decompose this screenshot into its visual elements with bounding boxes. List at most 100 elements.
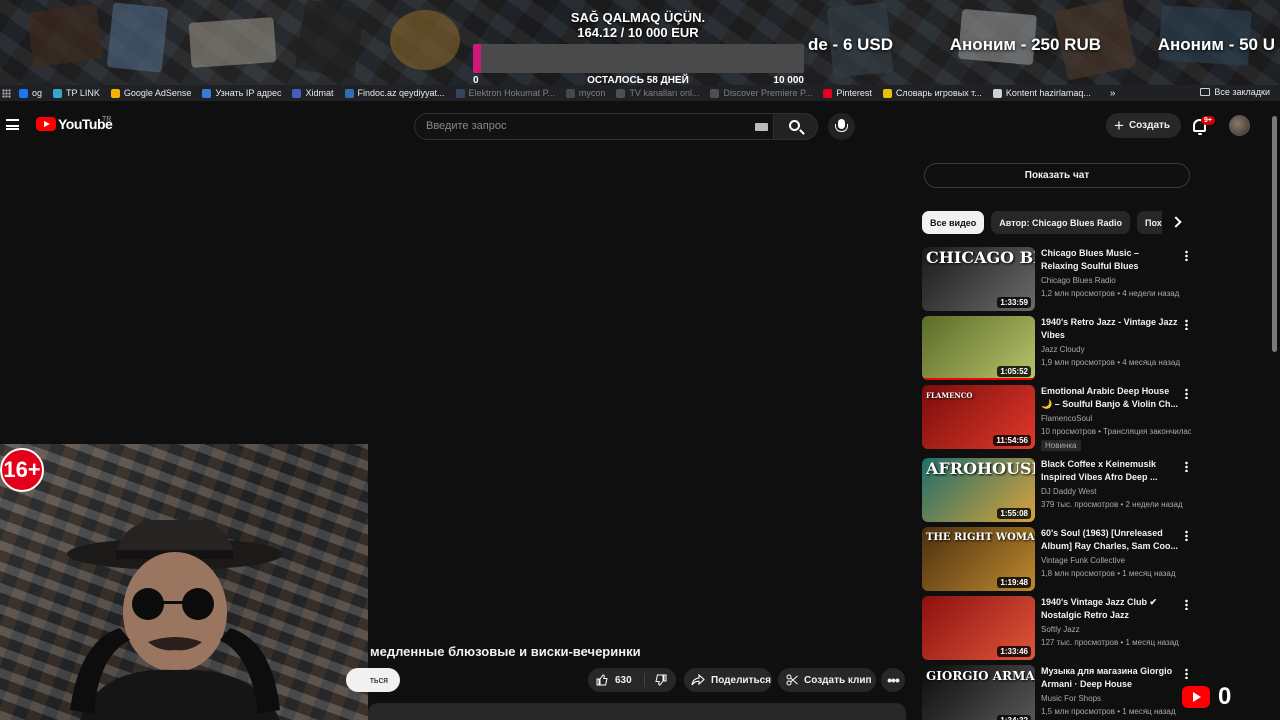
recommendation-title[interactable]: Black Coffee x Keinemusik Inspired Vibes…: [1041, 458, 1179, 484]
like-button[interactable]: 630: [588, 673, 645, 687]
recommendation-item[interactable]: 1:33:46 1940's Vintage Jazz Club ✔ Nostal…: [922, 596, 1192, 660]
recommendation-channel[interactable]: Music For Shops: [1041, 694, 1101, 703]
recommendation-title[interactable]: 1940's Retro Jazz - Vintage Jazz Vibes: [1041, 316, 1179, 342]
recommendation-title[interactable]: Chicago Blues Music – Relaxing Soulful B…: [1041, 247, 1179, 274]
subscribe-button-label: ться: [369, 675, 388, 685]
bookmark-item[interactable]: Xidmat: [292, 88, 334, 98]
video-thumbnail[interactable]: AFROHOUSE 1:55:08: [922, 458, 1035, 522]
ticker-item: Аноним - 250 RUB: [949, 35, 1102, 54]
more-vertical-icon[interactable]: [1185, 461, 1188, 472]
recommendation-item[interactable]: THE RIGHT WOMAN 1:19:48 60's Soul (1963) […: [922, 527, 1192, 591]
ticker-item: de - 6 USD: [808, 35, 894, 54]
recommendation-channel[interactable]: Softly Jazz: [1041, 625, 1080, 634]
recommendation-channel[interactable]: Chicago Blues Radio: [1041, 276, 1116, 285]
video-thumbnail[interactable]: GIORGIO ARMANI 1:34:32: [922, 665, 1035, 720]
show-chat-button[interactable]: Показать чат: [924, 163, 1190, 188]
donation-goal-title-line1: SAĞ QALMAQ ÜÇÜN.: [570, 10, 706, 25]
keyboard-icon[interactable]: [755, 123, 768, 131]
bookmark-label: Xidmat: [305, 88, 334, 98]
subscribe-button[interactable]: ться: [346, 668, 400, 692]
video-thumbnail[interactable]: FLAMENCO 11:54:56: [922, 385, 1035, 449]
recommendation-meta: 1,8 млн просмотров • 1 месяц назад: [1041, 569, 1176, 578]
recommendation-item[interactable]: 1:05:52 1940's Retro Jazz - Vintage Jazz …: [922, 316, 1192, 380]
bookmark-label: Узнать IP адрес: [215, 88, 282, 98]
youtube-logo[interactable]: YouTube: [36, 116, 113, 132]
all-bookmarks-button[interactable]: Все закладки: [1200, 87, 1270, 97]
description-box[interactable]: [368, 703, 906, 720]
more-vertical-icon[interactable]: [1185, 530, 1188, 541]
avatar[interactable]: [1229, 115, 1250, 136]
notification-badge: 9+: [1201, 116, 1215, 125]
create-button[interactable]: + Создать: [1106, 113, 1181, 138]
bookmark-item[interactable]: mycon: [565, 88, 606, 98]
thumbs-down-icon: [654, 674, 666, 686]
bookmark-label: Kontent hazirlamaq...: [1005, 88, 1091, 98]
recommendation-channel[interactable]: FlamencoSoul: [1041, 414, 1092, 423]
recommendation-title[interactable]: Emotional Arabic Deep House 🌙 – Soulful …: [1041, 385, 1179, 411]
chip-related[interactable]: Похожие: [1137, 211, 1162, 234]
video-thumbnail[interactable]: CHICAGO BLUES 1:33:59: [922, 247, 1035, 311]
bookmark-label: Google AdSense: [123, 88, 192, 98]
recommendation-filter-chips: Все видео Автор: Chicago Blues Radio Пох…: [922, 211, 1162, 234]
more-vertical-icon[interactable]: [1185, 668, 1188, 679]
bookmark-item[interactable]: Pinterest: [823, 88, 872, 98]
more-actions-button[interactable]: •••: [881, 668, 905, 692]
search-input[interactable]: [426, 120, 746, 132]
bookmark-label: Findoc.az qeydiyyat...: [357, 88, 445, 98]
chip-by-author[interactable]: Автор: Chicago Blues Radio: [991, 211, 1131, 234]
bookmark-favicon-icon: [202, 88, 212, 98]
recommendation-item[interactable]: CHICAGO BLUES 1:33:59 Chicago Blues Music …: [922, 247, 1192, 311]
video-thumbnail[interactable]: 1:05:52: [922, 316, 1035, 380]
recommendation-meta: 10 просмотров • Трансляция закончилась: [1041, 427, 1191, 436]
recommendation-title[interactable]: 60's Soul (1963) [Unreleased Album] Ray …: [1041, 527, 1179, 553]
dislike-button[interactable]: [645, 674, 676, 686]
more-vertical-icon[interactable]: [1185, 319, 1188, 330]
bookmark-item[interactable]: Findoc.az qeydiyyat...: [344, 88, 445, 98]
voice-search-button[interactable]: [828, 113, 855, 140]
bookmarks-overflow-button[interactable]: »: [1110, 88, 1116, 99]
thumbnail-text: AFROHOUSE: [926, 459, 1035, 478]
bookmark-item[interactable]: TP LINK: [53, 88, 100, 98]
bookmark-favicon-icon: [53, 88, 63, 98]
youtube-icon: [1182, 686, 1210, 708]
apps-grid-icon[interactable]: [2, 88, 11, 98]
recommendation-item[interactable]: AFROHOUSE 1:55:08 Black Coffee x Keinemusi…: [922, 458, 1192, 522]
create-clip-button[interactable]: Создать клип: [778, 668, 876, 692]
more-vertical-icon[interactable]: [1185, 599, 1188, 610]
bookmark-item[interactable]: Kontent hazirlamaq...: [992, 88, 1091, 98]
bookmark-favicon-icon: [19, 88, 28, 98]
recommendation-channel[interactable]: Vintage Funk Collective: [1041, 556, 1125, 565]
chip-all-videos[interactable]: Все видео: [922, 211, 985, 234]
bookmark-item[interactable]: Google AdSense: [110, 88, 192, 98]
recommendation-title[interactable]: Музыка для магазина Giorgio Armani · Dee…: [1041, 665, 1179, 692]
more-vertical-icon[interactable]: [1185, 388, 1188, 399]
bookmark-label: Discover Premiere P...: [723, 88, 813, 98]
search-button[interactable]: [774, 113, 818, 140]
share-button[interactable]: Поделиться: [684, 668, 772, 692]
recommendation-channel[interactable]: Jazz Cloudy: [1041, 345, 1085, 354]
bookmark-label: TV kanalları onl...: [629, 88, 700, 98]
scrollbar[interactable]: [1272, 116, 1277, 352]
bookmark-label: mycon: [578, 88, 606, 98]
bookmark-label: Словарь игровых т...: [895, 88, 982, 98]
bookmark-item[interactable]: TV kanalları onl...: [616, 88, 699, 98]
video-thumbnail[interactable]: THE RIGHT WOMAN 1:19:48: [922, 527, 1035, 591]
scissors-icon: [786, 674, 798, 686]
age-rating-badge: 16+: [0, 448, 44, 492]
bookmark-item[interactable]: Узнать IP адрес: [202, 88, 281, 98]
recommendation-channel[interactable]: DJ Daddy West: [1041, 487, 1096, 496]
bookmark-label: Elektron Hokumat P...: [468, 88, 555, 98]
bookmark-item[interactable]: Discover Premiere P...: [710, 88, 812, 98]
bookmark-item[interactable]: Словарь игровых т...: [882, 88, 982, 98]
chevron-right-icon[interactable]: [1170, 215, 1184, 229]
bookmark-item[interactable]: Elektron Hokumat P...: [455, 88, 555, 98]
menu-icon[interactable]: [6, 119, 19, 130]
video-thumbnail[interactable]: 1:33:46: [922, 596, 1035, 660]
recommendation-item[interactable]: GIORGIO ARMANI 1:34:32 Музыка для магазина…: [922, 665, 1192, 720]
more-vertical-icon[interactable]: [1185, 250, 1188, 261]
bookmark-item[interactable]: og: [19, 88, 42, 98]
recommendation-title[interactable]: 1940's Vintage Jazz Club ✔ Nostalgic Ret…: [1041, 596, 1179, 622]
recommendation-item[interactable]: FLAMENCO 11:54:56 Emotional Arabic Deep Ho…: [922, 385, 1192, 451]
thumbnail-text: CHICAGO BLUES: [926, 248, 1035, 267]
search-box: [414, 113, 774, 140]
